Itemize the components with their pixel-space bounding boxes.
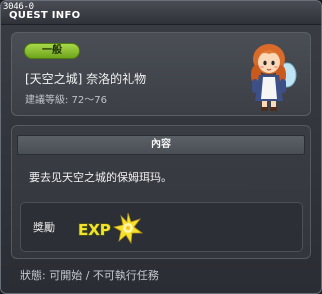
- quest-category-badge: 一般: [24, 43, 80, 59]
- exp-icon-text: EXP: [78, 221, 111, 239]
- quest-description: 要去见天空之城的保姆珥玛。: [29, 171, 172, 184]
- quest-level-requirement: 建議等級: 72～76: [25, 95, 107, 106]
- reward-label: 獎勵: [33, 221, 55, 234]
- npc-girl-portrait-icon: [251, 44, 297, 111]
- quest-info-window: 3046-0 QUEST INFO 一般 [天空之城] 奈洛的礼物 建議等級: …: [0, 0, 322, 294]
- quest-content-panel: 內容 要去见天空之城的保姆珥玛。 獎勵 EXP: [11, 125, 311, 259]
- exp-reward-icon[interactable]: EXP: [76, 211, 146, 247]
- quest-name: [天空之城] 奈洛的礼物: [25, 72, 147, 86]
- quest-header-panel: 一般 [天空之城] 奈洛的礼物 建議等級: 72～76: [11, 32, 311, 116]
- reward-box: 獎勵 EXP: [20, 202, 303, 252]
- content-section-header: 內容: [17, 135, 305, 155]
- window-title: QUEST INFO: [9, 10, 81, 21]
- quest-status: 狀態: 可開始 / 不可執行任務: [20, 269, 159, 282]
- title-bar[interactable]: 3046-0 QUEST INFO: [1, 1, 321, 25]
